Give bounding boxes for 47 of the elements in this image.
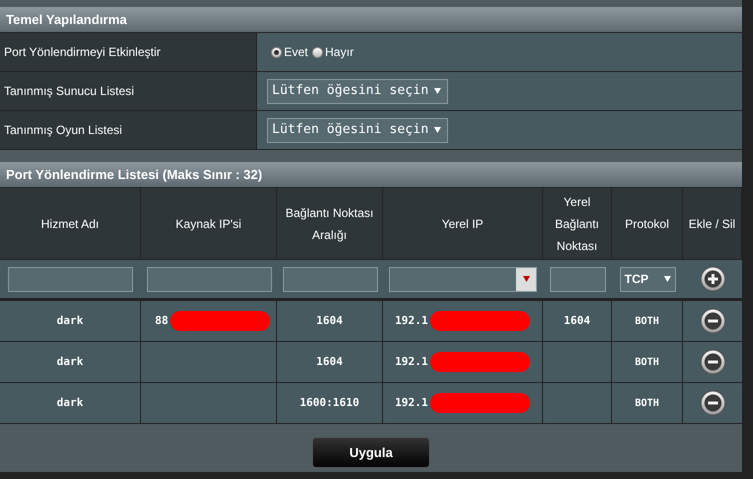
add-icon[interactable] <box>700 266 726 292</box>
apply-button[interactable]: Uygula <box>312 437 430 468</box>
setting-label: Port Yönlendirmeyi Etkinleştir <box>4 44 161 61</box>
table-cell-text: 192.1 <box>394 312 428 329</box>
radio-label: Hayır <box>325 44 354 61</box>
column-header: Protokol <box>624 216 670 232</box>
radio-label: Evet <box>284 44 308 61</box>
column-header: Yerel IP <box>442 216 484 232</box>
dropdown[interactable]: Lütfen öğesini seçin <box>267 118 448 142</box>
protocol-dropdown[interactable]: TCP <box>620 266 676 292</box>
table-cell-text: dark <box>56 394 84 411</box>
table-cell-text: BOTH <box>634 356 660 370</box>
table-cell-text: BOTH <box>634 396 660 410</box>
radio-button[interactable] <box>312 46 324 58</box>
table-cell-text: dark <box>56 312 84 329</box>
table-cell-text: 1604 <box>316 354 343 370</box>
text-field[interactable] <box>8 266 133 292</box>
table-cell-text: BOTH <box>634 314 660 328</box>
section-header: Temel Yapılandırma <box>0 7 742 33</box>
table-cell-text: 192.1 <box>394 354 428 370</box>
column-header: Ekle / Sil <box>688 216 736 232</box>
remove-icon[interactable] <box>700 390 726 416</box>
remove-icon[interactable] <box>700 349 726 375</box>
text-field[interactable] <box>146 266 272 292</box>
text-field[interactable] <box>550 266 606 292</box>
section-header: Port Yönlendirme Listesi (Maks Sınır : 32) <box>0 162 742 188</box>
caret-icon <box>522 276 530 282</box>
text-field[interactable] <box>282 266 378 292</box>
table-cell-text: 88 <box>155 312 168 329</box>
setting-label: Tanınmış Sunucu Listesi <box>4 83 134 100</box>
table-cell-text: 192.1 <box>394 394 428 411</box>
radio-button[interactable] <box>271 46 282 58</box>
column-header: Yerel Bağlantı Noktası <box>554 194 600 254</box>
table-cell-text: dark <box>56 354 84 370</box>
setting-label: Tanınmış Oyun Listesi <box>4 122 122 139</box>
column-header: Kaynak IP'si <box>176 216 242 232</box>
ip-dropdown[interactable] <box>389 266 537 292</box>
column-header: Hizmet Adı <box>40 216 100 232</box>
remove-icon[interactable] <box>700 308 726 334</box>
table-cell-text: 1600:1610 <box>300 394 360 411</box>
table-cell-text: 1604 <box>316 312 343 329</box>
caret-icon <box>434 127 441 133</box>
dropdown[interactable]: Lütfen öğesini seçin <box>267 78 448 104</box>
column-header: Bağlantı Noktası Aralığı <box>284 204 375 244</box>
caret-icon <box>664 276 670 282</box>
table-cell-text: 1604 <box>564 312 590 329</box>
caret-icon <box>434 88 441 94</box>
